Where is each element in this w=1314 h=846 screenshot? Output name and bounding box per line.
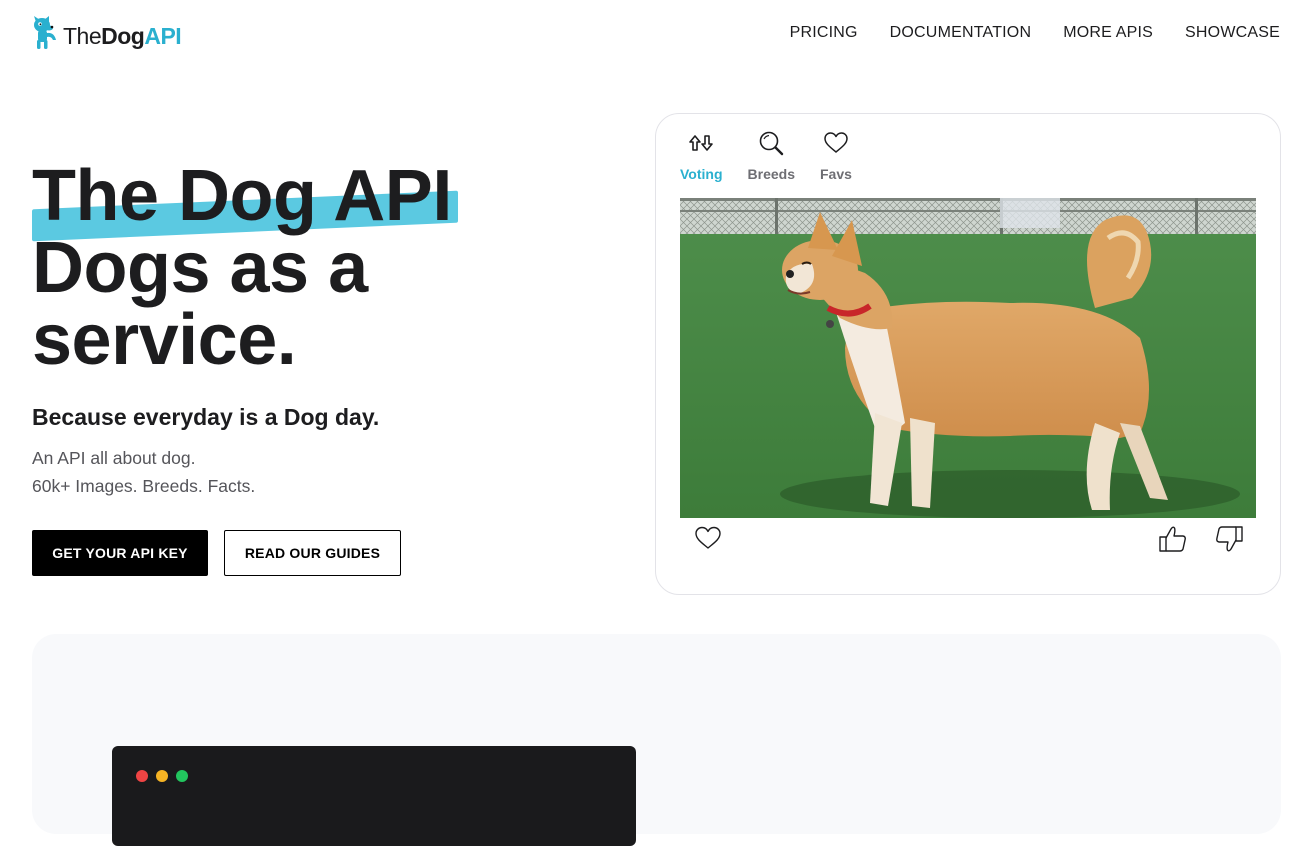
nav-pricing[interactable]: PRICING xyxy=(790,24,858,42)
code-window xyxy=(112,746,636,846)
voting-card: Voting Breeds Favs xyxy=(655,113,1281,595)
hero-title-line-3: service. xyxy=(32,300,297,380)
shiba-inu-dog-photo xyxy=(680,198,1256,518)
logo-word-the: The xyxy=(63,22,102,49)
tab-breeds[interactable]: Breeds xyxy=(748,130,795,182)
window-maximize-dot xyxy=(176,770,188,782)
window-minimize-dot xyxy=(156,770,168,782)
hero-subtext: An API all about dog. 60k+ Images. Breed… xyxy=(32,444,255,500)
code-example-section xyxy=(32,634,1281,846)
tab-favs[interactable]: Favs xyxy=(820,130,852,182)
tab-favs-label: Favs xyxy=(819,166,852,182)
hero-title-line-2: Dogs as a xyxy=(32,228,368,308)
hero-title-line-1: The Dog API xyxy=(32,160,458,242)
hero-subtext-line-2: 60k+ Images. Breeds. Facts. xyxy=(32,476,256,496)
tab-breeds-label: Breeds xyxy=(747,166,795,182)
logo-word-api: API xyxy=(144,22,182,49)
main-nav: PRICING DOCUMENTATION MORE APIS SHOWCASE xyxy=(790,24,1280,42)
heart-icon[interactable] xyxy=(694,524,722,552)
hero-tagline: Because everyday is a Dog day. xyxy=(32,404,380,430)
get-api-key-button[interactable]: GET YOUR API KEY xyxy=(32,530,208,576)
nav-showcase[interactable]: SHOWCASE xyxy=(1185,24,1280,42)
nav-documentation[interactable]: DOCUMENTATION xyxy=(890,24,1032,42)
card-tabs: Voting Breeds Favs xyxy=(680,130,852,182)
hero-title-line-1-wrap: The Dog API xyxy=(32,160,458,242)
tab-voting[interactable]: Voting xyxy=(680,130,723,182)
hero-subtext-line-1: An API all about dog. xyxy=(32,448,196,468)
hero-title: The Dog API Dogs as a service. xyxy=(32,160,458,380)
hero-title-line-1-text: The Dog API xyxy=(32,156,452,236)
thumbs-down-icon[interactable] xyxy=(1214,524,1244,554)
dog-logo-icon xyxy=(34,16,56,49)
heart-icon xyxy=(824,132,848,153)
nav-more-apis[interactable]: MORE APIS xyxy=(1063,24,1153,42)
logo-text: TheDogAPI xyxy=(63,22,182,49)
dog-image xyxy=(680,198,1256,518)
window-close-dot xyxy=(136,770,148,782)
search-icon xyxy=(759,131,784,156)
read-guides-button[interactable]: READ OUR GUIDES xyxy=(224,530,401,576)
tab-voting-label: Voting xyxy=(680,166,723,182)
thumbs-up-icon[interactable] xyxy=(1158,524,1188,554)
logo-link[interactable]: TheDogAPI xyxy=(32,15,182,51)
logo-word-dog: Dog xyxy=(101,22,145,49)
vote-arrows-icon xyxy=(689,135,714,151)
